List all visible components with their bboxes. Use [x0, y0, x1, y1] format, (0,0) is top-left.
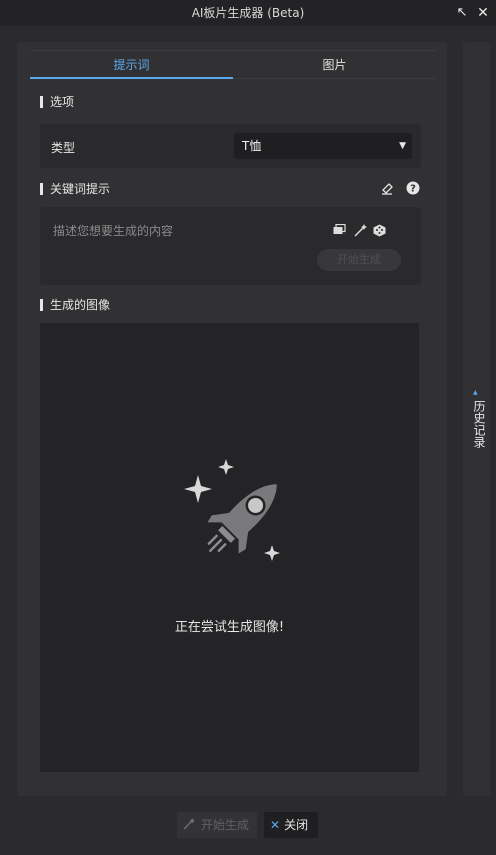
tab-image[interactable]: 图片: [233, 51, 436, 79]
chevron-down-icon: ▼: [399, 141, 406, 151]
generation-status: 正在尝试生成图像!: [174, 620, 285, 635]
type-select-value: T恤: [242, 139, 262, 153]
options-section-title: 选项: [40, 94, 74, 110]
pin-icon[interactable]: ↖: [453, 0, 471, 26]
generated-section-title: 生成的图像: [40, 297, 110, 313]
title-bar: AI板片生成器 (Beta): [0, 0, 496, 26]
close-label: 关闭: [284, 818, 309, 832]
close-button[interactable]: ✕ 关闭: [264, 812, 318, 838]
start-generate-button[interactable]: 开始生成: [177, 812, 257, 838]
prompt-box[interactable]: 描述您想要生成的内容 开始生成: [40, 207, 421, 285]
history-side-tab[interactable]: ▲ 历史记录: [463, 42, 490, 796]
tab-prompt[interactable]: 提示词: [30, 51, 233, 79]
rocket-icon: [184, 459, 280, 561]
generate-button-inline[interactable]: 开始生成: [317, 249, 401, 271]
start-generate-label: 开始生成: [200, 818, 249, 832]
help-icon-glyph: ?: [410, 184, 416, 195]
window-title: AI板片生成器 (Beta): [191, 6, 305, 20]
close-window-icon[interactable]: ✕: [474, 0, 492, 26]
type-label: 类型: [51, 141, 76, 155]
prompt-placeholder: 描述您想要生成的内容: [53, 224, 174, 238]
dice-icon[interactable]: [372, 224, 386, 238]
close-icon: ✕: [270, 818, 281, 832]
options-box: 类型 T恤 ▼: [40, 124, 421, 168]
tab-bar: 提示词 图片: [30, 50, 436, 79]
generated-image-area: 正在尝试生成图像!: [40, 323, 419, 772]
help-icon[interactable]: ?: [405, 181, 421, 197]
history-tab-label: 历史记录: [472, 400, 486, 448]
magic-wand-icon[interactable]: [353, 224, 367, 238]
triangle-icon: ▲: [473, 389, 478, 396]
chat-icon[interactable]: [332, 223, 346, 238]
magic-wand-icon: [183, 818, 199, 832]
main-panel: 提示词 图片 选项 类型 T恤 ▼ 关键词提示 ? 描述您想要生成的内容 开始生…: [17, 42, 447, 796]
eraser-icon[interactable]: [379, 181, 395, 197]
keyword-section-title: 关键词提示: [40, 181, 110, 197]
type-select[interactable]: T恤 ▼: [234, 133, 412, 159]
